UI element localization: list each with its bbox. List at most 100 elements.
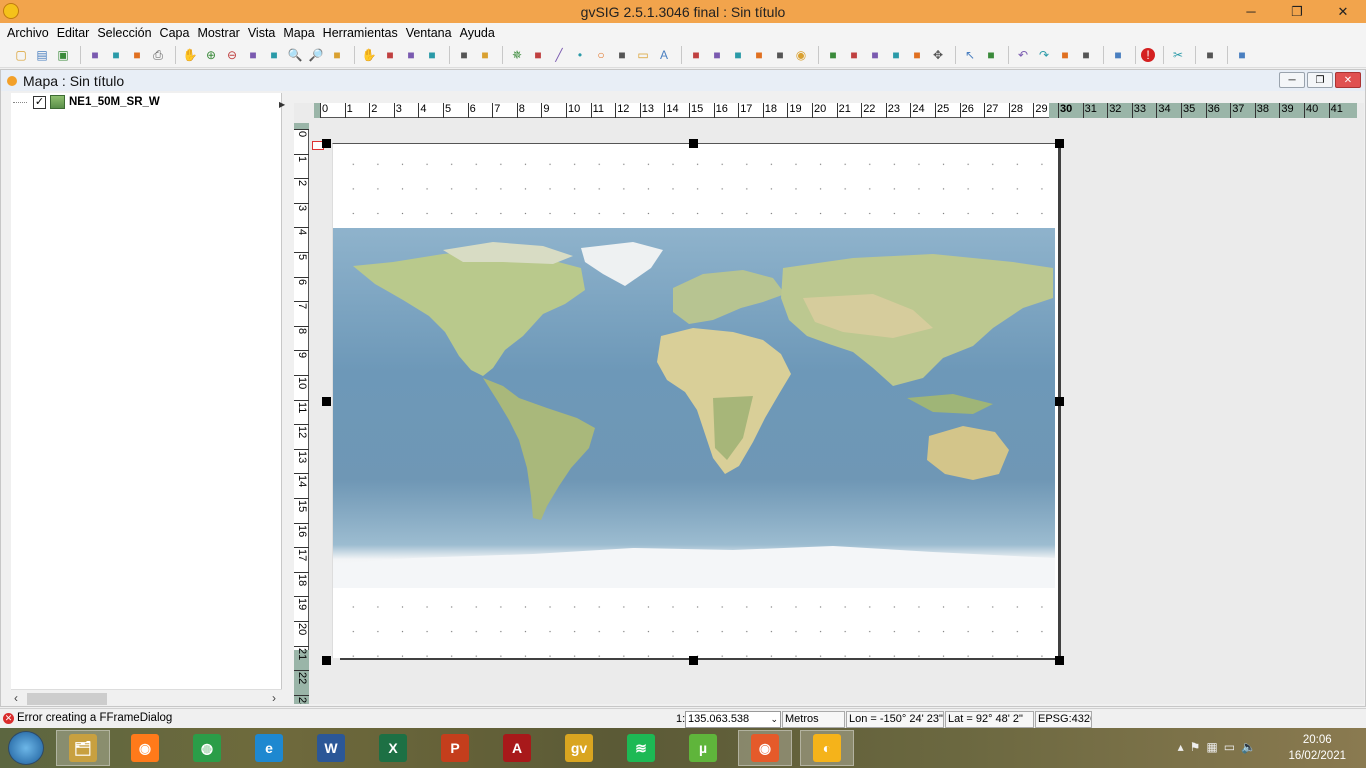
table-icon[interactable]: ■ bbox=[708, 46, 726, 64]
selection-handle[interactable] bbox=[689, 139, 698, 148]
start-button[interactable] bbox=[8, 731, 44, 765]
scale-combobox[interactable]: 135.063.538 ⌄ bbox=[685, 711, 781, 728]
select-icon[interactable]: ↖ bbox=[961, 46, 979, 64]
polyline-icon[interactable]: ■ bbox=[613, 46, 631, 64]
table-view-icon[interactable]: ■ bbox=[1056, 46, 1074, 64]
selection-handle[interactable] bbox=[322, 656, 331, 665]
map-frame-world-raster[interactable] bbox=[333, 228, 1055, 588]
insert-icon[interactable]: ■ bbox=[845, 46, 863, 64]
taskbar-app-acrobat[interactable]: A bbox=[490, 730, 544, 766]
layers-icon[interactable]: ■ bbox=[455, 46, 473, 64]
toc-layer-row[interactable]: ✓ NE1_50M_SR_W bbox=[11, 94, 160, 110]
battery-icon[interactable]: ▭ bbox=[1224, 740, 1235, 754]
undo-icon[interactable]: ↶ bbox=[1014, 46, 1032, 64]
menu-mostrar[interactable]: Mostrar bbox=[193, 26, 243, 40]
pan-icon[interactable]: ✋ bbox=[181, 46, 199, 64]
splitter-arrow-icon[interactable]: ▶ bbox=[279, 100, 285, 109]
save-icon[interactable]: ▣ bbox=[54, 46, 72, 64]
menu-ventana[interactable]: Ventana bbox=[402, 26, 456, 40]
minimize-button[interactable]: ─ bbox=[1228, 0, 1274, 23]
trash-icon[interactable]: ■ bbox=[1077, 46, 1095, 64]
open-icon[interactable]: ▤ bbox=[33, 46, 51, 64]
scroll-right-icon[interactable]: › bbox=[272, 691, 276, 705]
menu-archivo[interactable]: Archivo bbox=[3, 26, 53, 40]
scalebar-icon[interactable]: ■ bbox=[750, 46, 768, 64]
eye-icon[interactable]: ◉ bbox=[792, 46, 810, 64]
menu-editar[interactable]: Editar bbox=[53, 26, 94, 40]
grid-icon[interactable]: ■ bbox=[687, 46, 705, 64]
zoom-out-circle-icon[interactable]: ⊖ bbox=[223, 46, 241, 64]
menu-capa[interactable]: Capa bbox=[156, 26, 194, 40]
layout-canvas[interactable]: 0 1 2 3 4 5 6 7 8 9 10 11 12 13 14 15 16 17 18 19 20 21 22 23 24… bbox=[294, 103, 1364, 704]
menu-vista[interactable]: Vista bbox=[244, 26, 280, 40]
scroll-left-icon[interactable]: ‹ bbox=[14, 691, 18, 705]
graphics-icon[interactable]: ■ bbox=[729, 46, 747, 64]
selection-handle[interactable] bbox=[1055, 139, 1064, 148]
doc-maximize-button[interactable]: ❐ bbox=[1307, 72, 1333, 88]
taskbar-app-firefox-dev[interactable]: ◉ bbox=[118, 730, 172, 766]
chevron-up-icon[interactable]: ▴ bbox=[1178, 740, 1184, 754]
zoom-out-icon[interactable]: 🔎 bbox=[307, 46, 325, 64]
menu-mapa[interactable]: Mapa bbox=[279, 26, 318, 40]
taskbar-app-gvsig-installer[interactable]: gv bbox=[552, 730, 606, 766]
zoom-all-view-icon[interactable]: ■ bbox=[423, 46, 441, 64]
layer-visibility-checkbox[interactable]: ✓ bbox=[33, 95, 46, 109]
page-setup-icon[interactable]: ■ bbox=[128, 46, 146, 64]
layout-page[interactable] bbox=[332, 143, 1058, 658]
zoom-full-icon[interactable]: ■ bbox=[244, 46, 262, 64]
menu-ayuda[interactable]: Ayuda bbox=[456, 26, 499, 40]
taskbar-app-gvsig[interactable]: ◐ bbox=[800, 730, 854, 766]
redo-icon[interactable]: ↷ bbox=[1035, 46, 1053, 64]
zoom-real-icon[interactable]: ■ bbox=[328, 46, 346, 64]
taskbar-app-firefox[interactable]: ◉ bbox=[738, 730, 792, 766]
image-icon[interactable]: ■ bbox=[824, 46, 842, 64]
zoom-out-view-icon[interactable]: ■ bbox=[402, 46, 420, 64]
taskbar-app-utorrent[interactable]: µ bbox=[676, 730, 730, 766]
scroll-thumb[interactable] bbox=[27, 693, 107, 705]
volume-icon[interactable]: 🔈 bbox=[1241, 740, 1256, 754]
circle-icon[interactable]: ○ bbox=[592, 46, 610, 64]
gray-icon[interactable]: ■ bbox=[1201, 46, 1219, 64]
export-ps-icon[interactable]: ■ bbox=[107, 46, 125, 64]
tools-icon[interactable]: ✂ bbox=[1169, 46, 1187, 64]
rectangle-icon[interactable]: ▭ bbox=[634, 46, 652, 64]
selection-handle[interactable] bbox=[689, 656, 698, 665]
clock[interactable]: 20:06 16/02/2021 bbox=[1288, 732, 1346, 764]
maximize-button[interactable]: ❐ bbox=[1274, 0, 1320, 23]
move-icon[interactable]: ✥ bbox=[929, 46, 947, 64]
taskbar-app-excel[interactable]: X bbox=[366, 730, 420, 766]
zoom-in-view-icon[interactable]: ■ bbox=[381, 46, 399, 64]
point-icon[interactable]: ■ bbox=[529, 46, 547, 64]
taskbar-app-spotify[interactable]: ≋ bbox=[614, 730, 668, 766]
taskbar-app-chrome[interactable]: ◍ bbox=[180, 730, 234, 766]
error-icon[interactable]: ! bbox=[1141, 48, 1155, 62]
group-icon[interactable]: ■ bbox=[887, 46, 905, 64]
delete-icon[interactable]: ■ bbox=[866, 46, 884, 64]
legend-icon[interactable]: ■ bbox=[476, 46, 494, 64]
zoom-select-icon[interactable]: ■ bbox=[265, 46, 283, 64]
toc-horizontal-scrollbar[interactable]: ‹ › bbox=[11, 689, 282, 706]
north-icon[interactable]: ✵ bbox=[508, 46, 526, 64]
doc-close-button[interactable]: ✕ bbox=[1335, 72, 1361, 88]
close-button[interactable]: ✕ bbox=[1320, 0, 1366, 23]
zoom-in-circle-icon[interactable]: ⊕ bbox=[202, 46, 220, 64]
text-icon[interactable]: A bbox=[655, 46, 673, 64]
new-icon[interactable]: ▢ bbox=[12, 46, 30, 64]
selection-handle[interactable] bbox=[1055, 397, 1064, 406]
edit-vertex-icon[interactable]: ■ bbox=[982, 46, 1000, 64]
menu-herramientas[interactable]: Herramientas bbox=[319, 26, 402, 40]
dot-icon[interactable]: • bbox=[571, 46, 589, 64]
preferences-icon[interactable]: ■ bbox=[1109, 46, 1127, 64]
selection-handle[interactable] bbox=[1055, 656, 1064, 665]
taskbar-app-word[interactable]: W bbox=[304, 730, 358, 766]
taskbar-app-edge[interactable]: e bbox=[242, 730, 296, 766]
taskbar-app-powerpoint[interactable]: P bbox=[428, 730, 482, 766]
line-icon[interactable]: ╱ bbox=[550, 46, 568, 64]
align-icon[interactable]: ■ bbox=[908, 46, 926, 64]
pan-view-icon[interactable]: ✋ bbox=[360, 46, 378, 64]
taskbar-app-explorer[interactable]: 🗂 bbox=[56, 730, 110, 766]
zoom-in-icon[interactable]: 🔍 bbox=[286, 46, 304, 64]
view-icon[interactable]: ■ bbox=[771, 46, 789, 64]
menu-seleccion[interactable]: Selección bbox=[93, 26, 155, 40]
selection-handle[interactable] bbox=[322, 397, 331, 406]
